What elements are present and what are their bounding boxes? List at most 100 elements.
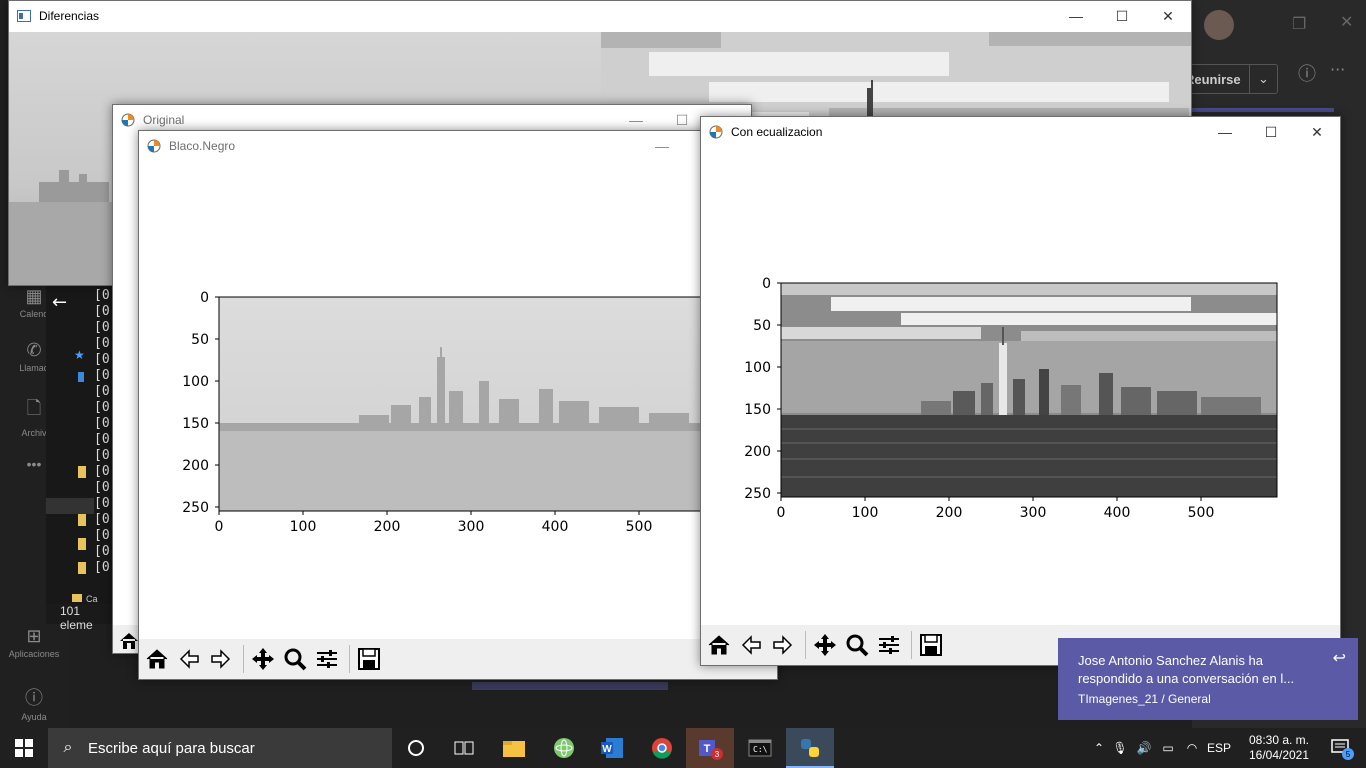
taskbar-search[interactable]: ⌕ Escribe aquí para buscar <box>48 728 392 768</box>
y-tick-label: 100 <box>744 360 771 376</box>
join-button[interactable]: Reunirse ⌄ <box>1180 64 1278 94</box>
y-tick-label: 0 <box>762 276 771 292</box>
rail-apps[interactable]: ⊞ Aplicaciones <box>0 626 68 659</box>
close-teams-icon[interactable]: ✕ <box>1340 12 1353 31</box>
console-line: [0 <box>94 560 110 575</box>
y-axis-ticks: 0 50 100 150 200 250 <box>744 276 781 502</box>
teams-notification[interactable]: Jose Antonio Sanchez Alanis ha respondid… <box>1058 638 1358 720</box>
toolbar-separator <box>243 645 244 673</box>
x-tick-label: 100 <box>290 519 317 535</box>
back-arrow-icon[interactable]: ← <box>52 292 67 313</box>
console-line: [0 <box>94 352 110 367</box>
plot-blaco-negro: 0 50 100 150 200 250 0 100 200 300 400 500 <box>182 290 777 535</box>
configure-subplots-icon[interactable] <box>875 631 903 659</box>
atom-app-button[interactable] <box>540 728 588 768</box>
zoom-icon[interactable] <box>843 631 871 659</box>
info-icon[interactable]: ⓘ <box>1298 60 1316 86</box>
clock[interactable]: 08:30 a. m. 16/04/2021 <box>1240 728 1318 768</box>
console-line: [0 <box>94 496 110 511</box>
explorer-selected-row <box>46 498 94 514</box>
file-explorer-button[interactable] <box>490 728 538 768</box>
zoom-icon[interactable] <box>281 645 309 673</box>
windows-logo-icon <box>15 739 33 757</box>
explorer-icons: ★ <box>46 344 94 584</box>
y-tick-label: 100 <box>182 374 209 390</box>
y-tick-label: 50 <box>753 318 771 334</box>
cortana-button[interactable] <box>392 728 440 768</box>
pan-icon[interactable] <box>249 645 277 673</box>
more-options-icon[interactable]: ··· <box>1330 60 1345 79</box>
console-line: [0 <box>94 528 110 543</box>
close-button[interactable]: ✕ <box>1145 1 1191 31</box>
start-button[interactable] <box>0 728 48 768</box>
close-button[interactable]: ✕ <box>1294 117 1340 147</box>
teams-button[interactable]: T3 <box>686 728 734 768</box>
x-tick-label: 400 <box>542 519 569 535</box>
save-icon[interactable] <box>355 645 383 673</box>
word-icon: W <box>601 738 623 758</box>
window-con-ecualizacion[interactable]: Con ecualizacion — ☐ ✕ 0 50 100 150 200 … <box>700 116 1341 666</box>
back-arrow-icon[interactable] <box>737 631 765 659</box>
y-tick-label: 200 <box>744 444 771 460</box>
wifi-icon[interactable]: ◠ <box>1180 741 1204 755</box>
console-line: [0 <box>94 480 110 495</box>
forward-arrow-icon[interactable] <box>769 631 797 659</box>
x-tick-label: 200 <box>936 505 963 521</box>
reply-icon[interactable]: ↩ <box>1333 648 1346 668</box>
avatar[interactable] <box>1204 10 1234 40</box>
terminal-button[interactable]: C:\ <box>736 728 784 768</box>
pan-icon[interactable] <box>811 631 839 659</box>
y-tick-label: 50 <box>191 332 209 348</box>
matplotlib-icon <box>709 125 723 139</box>
forward-arrow-icon[interactable] <box>207 645 235 673</box>
python-button[interactable] <box>786 728 834 768</box>
configure-subplots-icon[interactable] <box>313 645 341 673</box>
minimize-button[interactable]: — <box>1202 117 1248 147</box>
minimize-button[interactable]: — <box>639 131 685 161</box>
x-tick-label: 300 <box>1020 505 1047 521</box>
home-icon[interactable] <box>143 645 171 673</box>
language-indicator[interactable]: ESP <box>1204 741 1234 755</box>
back-arrow-icon[interactable] <box>175 645 203 673</box>
titlebar-con-ecualizacion[interactable]: Con ecualizacion — ☐ ✕ <box>701 117 1340 147</box>
y-tick-label: 250 <box>744 486 771 502</box>
y-tick-label: 150 <box>744 402 771 418</box>
window-blaco-negro[interactable]: Blaco.Negro — 0 50 100 150 200 250 0 100 200 300… <box>138 130 778 680</box>
task-view-button[interactable] <box>440 728 488 768</box>
restore-icon[interactable]: ❐ <box>1292 14 1306 33</box>
volume-icon[interactable]: 🔊 <box>1132 741 1156 755</box>
star-icon: ★ <box>74 348 85 362</box>
time: 08:30 a. m. <box>1248 733 1310 747</box>
chevron-up-icon[interactable]: ⌃ <box>1090 741 1108 755</box>
console-line: [0 <box>94 320 110 335</box>
toolbar-separator <box>805 631 806 659</box>
titlebar-diferencias[interactable]: Diferencias — ☐ ✕ <box>9 1 1191 31</box>
search-placeholder: Escribe aquí para buscar <box>88 739 255 757</box>
maximize-button[interactable]: ☐ <box>1099 1 1145 31</box>
x-tick-label: 0 <box>215 519 224 535</box>
x-axis-ticks: 0 100 200 300 400 500 <box>215 511 652 535</box>
minimize-button[interactable]: — <box>1053 1 1099 31</box>
action-center-button[interactable]: 5 <box>1322 728 1362 768</box>
meeting-accent <box>1192 108 1334 112</box>
titlebar-blaco-negro[interactable]: Blaco.Negro — <box>139 131 777 161</box>
console-line: [0 <box>94 400 110 415</box>
battery-icon[interactable]: ▭ <box>1156 741 1180 755</box>
toolbar-separator <box>349 645 350 673</box>
chrome-button[interactable] <box>638 728 686 768</box>
maximize-button[interactable]: ☐ <box>1248 117 1294 147</box>
rail-help[interactable]: ⓘ Ayuda <box>0 684 68 722</box>
console-line: [0 <box>94 544 110 559</box>
teams-icon: T3 <box>699 740 723 760</box>
explorer-folder-label: Ca <box>72 594 98 604</box>
folder-icon <box>78 538 86 550</box>
home-icon[interactable] <box>705 631 733 659</box>
microphone-icon[interactable]: 🎙 <box>1108 741 1132 755</box>
x-axis-ticks: 0 100 200 300 400 500 <box>777 497 1214 521</box>
chevron-down-icon[interactable]: ⌄ <box>1249 65 1277 93</box>
word-button[interactable]: W <box>588 728 636 768</box>
save-icon[interactable] <box>917 631 945 659</box>
console-line: [0 <box>94 304 110 319</box>
notification-text: Jose Antonio Sanchez Alanis ha respondid… <box>1078 653 1295 686</box>
water-region <box>781 415 1277 497</box>
